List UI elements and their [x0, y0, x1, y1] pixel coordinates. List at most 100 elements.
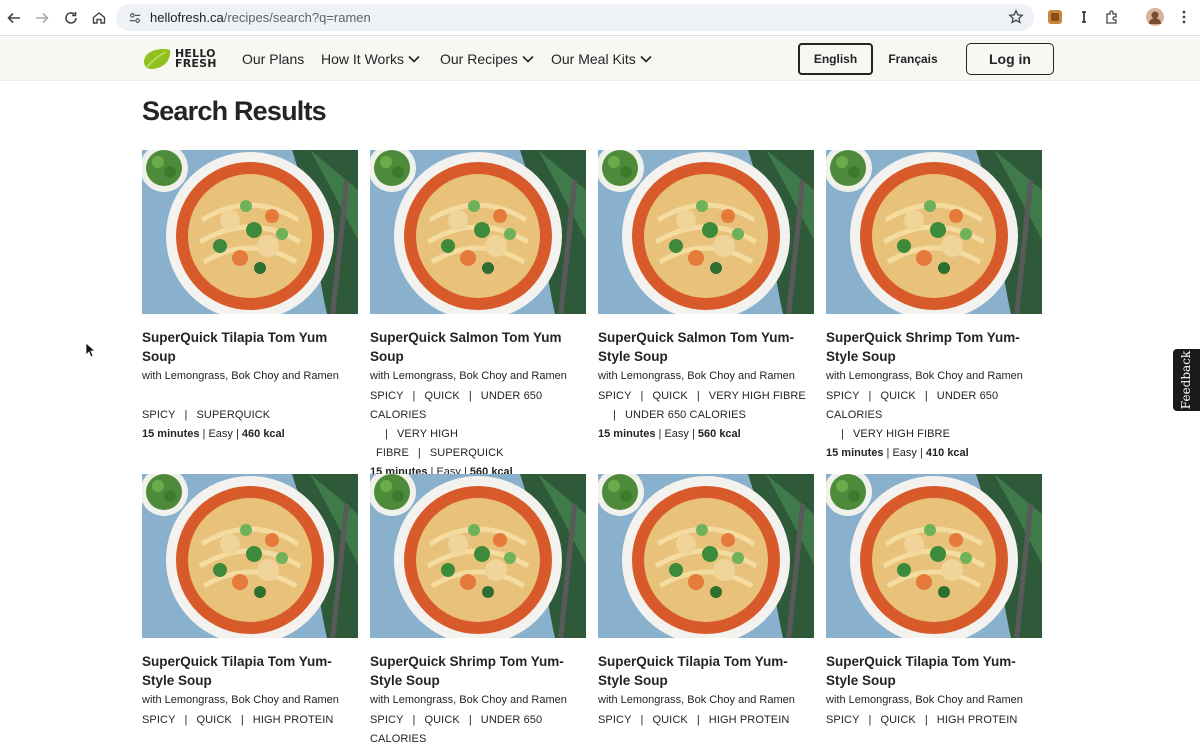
tag-separator: |: [841, 428, 844, 440]
recipe-tags-line: SPICY | QUICK | HIGH PROTEIN: [826, 711, 1042, 730]
recipe-tag: SPICY: [598, 390, 632, 402]
recipe-card[interactable]: SuperQuick Shrimp Tom Yum-Style Soup with…: [826, 150, 1042, 463]
nav-how-it-works[interactable]: How It Works: [321, 51, 420, 67]
tag-separator: |: [240, 714, 244, 726]
recipe-image[interactable]: [598, 474, 814, 638]
tag-separator: |: [868, 390, 872, 402]
recipe-title[interactable]: SuperQuick Tilapia Tom Yum-Style Soup: [826, 652, 1042, 690]
recipe-difficulty: Easy: [208, 428, 233, 440]
recipe-title[interactable]: SuperQuick Salmon Tom Yum-Style Soup: [598, 328, 814, 366]
recipe-tags: SPICY | QUICK | HIGH PROTEIN: [598, 711, 814, 730]
recipe-card[interactable]: SuperQuick Shrimp Tom Yum-Style Soup with…: [370, 474, 586, 749]
recipe-card[interactable]: SuperQuick Tilapia Tom Yum Soup with Lemo…: [142, 150, 358, 444]
recipe-tag: QUICK: [424, 714, 460, 726]
recipe-image[interactable]: [826, 150, 1042, 314]
logo-wordmark: HELLO FRESH: [175, 48, 217, 70]
recipe-card[interactable]: SuperQuick Tilapia Tom Yum-Style Soup wit…: [826, 474, 1042, 730]
recipe-title[interactable]: SuperQuick Tilapia Tom Yum-Style Soup: [598, 652, 814, 690]
ramen-bowl-image: [142, 150, 358, 314]
recipe-meta: 15 minutes | Easy | 560 kcal: [598, 425, 814, 444]
recipe-title[interactable]: SuperQuick Tilapia Tom Yum Soup: [142, 328, 358, 366]
language-french-button[interactable]: Français: [880, 43, 946, 75]
tag-separator: |: [184, 409, 188, 421]
recipe-image[interactable]: [826, 474, 1042, 638]
ramen-bowl-image: [598, 474, 814, 638]
recipe-image[interactable]: [370, 150, 586, 314]
tag-separator: |: [385, 428, 388, 440]
recipe-tags: SPICY | QUICK | VERY HIGH FIBRE | UNDER 650 CA…: [598, 387, 814, 425]
recipe-image[interactable]: [142, 474, 358, 638]
forward-arrow-icon[interactable]: [28, 4, 56, 32]
recipe-tag: UNDER 650 CALORIES: [624, 409, 746, 421]
recipe-title[interactable]: SuperQuick Tilapia Tom Yum-Style Soup: [142, 652, 358, 690]
reload-icon[interactable]: [57, 4, 85, 32]
recipe-title[interactable]: SuperQuick Shrimp Tom Yum-Style Soup: [370, 652, 586, 690]
recipe-tags: SPICY | QUICK | HIGH PROTEIN: [142, 711, 358, 730]
recipe-tag: SPICY: [826, 390, 860, 402]
recipe-meta: 15 minutes | Easy | 460 kcal: [142, 425, 358, 444]
recipe-card[interactable]: SuperQuick Salmon Tom Yum-Style Soup with…: [598, 150, 814, 444]
feedback-label: Feedback: [1179, 350, 1194, 410]
bookmark-star-icon[interactable]: [1008, 9, 1024, 25]
recipe-tag: QUICK: [424, 390, 460, 402]
recipe-subtitle: with Lemongrass, Bok Choy and Ramen: [370, 370, 567, 382]
back-arrow-icon[interactable]: [0, 4, 28, 32]
more-menu-icon[interactable]: [1176, 9, 1192, 25]
nav-our-plans[interactable]: Our Plans: [242, 51, 304, 67]
tag-separator: |: [696, 390, 700, 402]
recipe-tag: QUICK: [880, 390, 916, 402]
recipe-subtitle: with Lemongrass, Bok Choy and Ramen: [142, 694, 339, 706]
feedback-tab[interactable]: Feedback: [1173, 349, 1200, 411]
site-header: HELLO FRESH Our Plans How It Works Our R…: [0, 37, 1200, 81]
logo-line-2: FRESH: [175, 57, 217, 70]
nav-our-meal-kits[interactable]: Our Meal Kits: [551, 51, 652, 67]
recipe-difficulty: Easy: [892, 447, 917, 459]
recipe-tag: HIGH PROTEIN: [936, 714, 1018, 726]
recipe-image[interactable]: [598, 150, 814, 314]
lime-logo-icon: [144, 49, 171, 69]
tag-separator: |: [924, 714, 928, 726]
ramen-bowl-image: [370, 474, 586, 638]
address-bar[interactable]: hellofresh.ca/recipes/search?q=ramen: [116, 4, 1034, 31]
recipe-title[interactable]: SuperQuick Shrimp Tom Yum-Style Soup: [826, 328, 1042, 366]
recipe-card[interactable]: SuperQuick Tilapia Tom Yum-Style Soup wit…: [142, 474, 358, 730]
recipe-image[interactable]: [142, 150, 358, 314]
recipe-tags-line: SPICY | QUICK | HIGH PROTEIN: [142, 711, 358, 730]
recipe-tags: SPICY | SUPERQUICK: [142, 406, 358, 425]
language-english-button[interactable]: English: [798, 43, 873, 75]
recipe-tag: QUICK: [652, 390, 688, 402]
ramen-bowl-image: [142, 474, 358, 638]
url-host: hellofresh.ca: [150, 10, 224, 25]
recipe-image[interactable]: [370, 474, 586, 638]
recipe-tag: QUICK: [652, 714, 688, 726]
recipe-tags-line: SPICY | QUICK | UNDER 650 CALORIES: [370, 711, 586, 749]
recipe-tag: SPICY: [142, 714, 176, 726]
recipe-subtitle: with Lemongrass, Bok Choy and Ramen: [370, 694, 567, 706]
url-text: hellofresh.ca/recipes/search?q=ramen: [150, 10, 371, 25]
login-button[interactable]: Log in: [966, 43, 1054, 75]
url-path: /recipes/search?q=ramen: [223, 10, 371, 25]
recipe-tags-line: | UNDER 650 CALORIES: [598, 406, 814, 425]
recipe-card[interactable]: SuperQuick Tilapia Tom Yum-Style Soup wit…: [598, 474, 814, 730]
recipe-tags-line: SPICY | QUICK | UNDER 650 CALORIES: [826, 387, 1042, 425]
site-settings-icon[interactable]: [126, 9, 144, 27]
recipe-card[interactable]: SuperQuick Salmon Tom Yum Soup with Lemon…: [370, 150, 586, 482]
hellofresh-logo[interactable]: HELLO FRESH: [142, 47, 217, 71]
recipe-title[interactable]: SuperQuick Salmon Tom Yum Soup: [370, 328, 586, 366]
nav-our-meal-kits-label: Our Meal Kits: [551, 51, 636, 67]
cursor-extension-icon[interactable]: [1076, 9, 1092, 25]
nav-our-recipes[interactable]: Our Recipes: [440, 51, 534, 67]
recipe-tag: HIGH PROTEIN: [252, 714, 334, 726]
profile-avatar[interactable]: [1146, 8, 1164, 26]
ramen-bowl-image: [598, 150, 814, 314]
recipe-tags-line: | VERY HIGH FIBRE: [826, 425, 1042, 444]
recipe-tag: SPICY: [826, 714, 860, 726]
recipe-subtitle: with Lemongrass, Bok Choy and Ramen: [598, 370, 795, 382]
puzzle-extensions-icon[interactable]: [1104, 9, 1120, 25]
recipe-tag: HIGH PROTEIN: [708, 714, 790, 726]
home-icon[interactable]: [85, 4, 113, 32]
recipe-tag: SUPERQUICK: [196, 409, 271, 421]
tag-separator: |: [417, 447, 421, 459]
tag-separator: |: [412, 714, 416, 726]
extension-icon[interactable]: [1047, 9, 1063, 25]
